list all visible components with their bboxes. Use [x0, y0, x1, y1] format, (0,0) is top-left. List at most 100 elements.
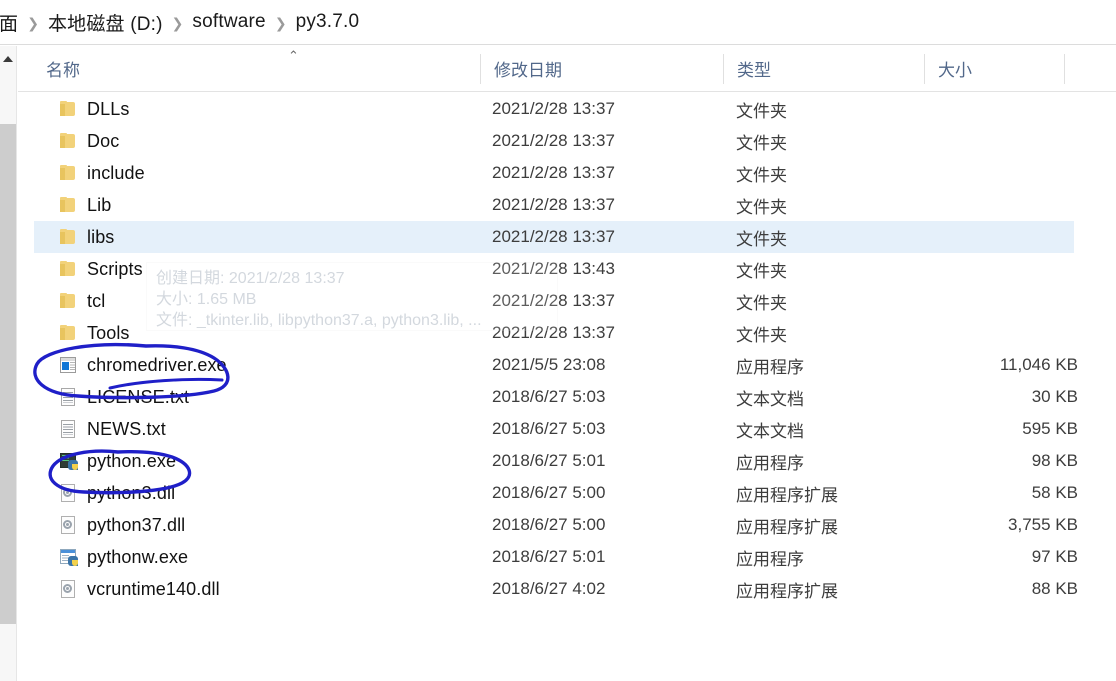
column-header-type-label: 类型	[737, 61, 771, 80]
file-date-cell: 2021/2/28 13:37	[492, 291, 615, 310]
file-name-cell[interactable]: pythonw.exe	[58, 547, 188, 568]
column-header-size[interactable]: 大小	[924, 46, 1064, 91]
file-name-label: pythonw.exe	[87, 546, 189, 567]
file-name-cell[interactable]: Doc	[58, 131, 119, 152]
file-row[interactable]: DLLs 2021/2/28 13:37 文件夹	[34, 93, 1074, 125]
file-type-cell: 应用程序	[736, 549, 804, 569]
file-type-cell: 应用程序	[736, 357, 804, 377]
file-name-label: tcl	[87, 290, 106, 311]
file-list[interactable]: DLLs 2021/2/28 13:37 文件夹 Doc 2021/2/28 13:37…	[18, 93, 1116, 681]
file-row[interactable]: python.exe 2018/6/27 5:01 应用程序 98 KB	[34, 445, 1078, 477]
file-name-cell[interactable]: DLLs	[58, 99, 129, 120]
file-size-cell: 58 KB	[1031, 483, 1078, 502]
breadcrumb-item-1[interactable]: 本地磁盘 (D:)	[48, 9, 163, 36]
file-date-cell: 2021/2/28 13:37	[492, 323, 615, 342]
file-name-label: chromedriver.exe	[87, 354, 227, 375]
scroll-up-button[interactable]	[0, 46, 16, 72]
file-row[interactable]: pythonw.exe 2018/6/27 5:01 应用程序 97 KB	[34, 541, 1078, 573]
file-row[interactable]: Scripts 2021/2/28 13:43 文件夹	[34, 253, 1074, 285]
file-name-label: Tools	[87, 322, 130, 343]
file-row[interactable]: include 2021/2/28 13:37 文件夹	[34, 157, 1074, 189]
file-name-cell[interactable]: python.exe	[58, 451, 176, 472]
file-type-cell: 文件夹	[736, 229, 787, 249]
file-explorer-window: 面 ❯ 本地磁盘 (D:) ❯ software ❯ py3.7.0 ⌃ 名称 …	[0, 0, 1116, 681]
dll-icon	[58, 483, 78, 503]
folder-icon	[58, 131, 78, 151]
breadcrumb-separator-icon: ❯	[27, 14, 39, 31]
column-header-date[interactable]: 修改日期	[480, 46, 723, 91]
file-size-cell: 88 KB	[1031, 579, 1078, 598]
vertical-scrollbar[interactable]	[0, 46, 17, 681]
dll-icon	[58, 579, 78, 599]
scrollbar-thumb[interactable]	[0, 124, 16, 624]
file-name-cell[interactable]: chromedriver.exe	[58, 355, 227, 376]
file-date-cell: 2021/5/5 23:08	[492, 355, 606, 374]
file-type-cell: 应用程序扩展	[736, 517, 838, 537]
breadcrumb-item-2[interactable]: software	[192, 11, 265, 33]
file-name-cell[interactable]: vcruntime140.dll	[58, 579, 220, 600]
breadcrumb-item-0[interactable]: 面	[0, 9, 18, 36]
file-type-cell: 应用程序扩展	[736, 485, 838, 505]
file-row[interactable]: LICENSE.txt 2018/6/27 5:03 文本文档 30 KB	[34, 381, 1078, 413]
file-date-cell: 2021/2/28 13:37	[492, 99, 615, 118]
file-name-cell[interactable]: Tools	[58, 323, 130, 344]
file-date-cell: 2021/2/28 13:37	[492, 163, 615, 182]
file-type-cell: 文件夹	[736, 293, 787, 313]
file-row[interactable]: libs 2021/2/28 13:37 文件夹	[34, 221, 1074, 253]
file-name-cell[interactable]: tcl	[58, 291, 105, 312]
file-name-cell[interactable]: python3.dll	[58, 483, 175, 504]
file-type-cell: 文件夹	[736, 261, 787, 281]
file-name-label: Scripts	[87, 258, 143, 279]
file-name-label: Doc	[87, 130, 120, 151]
column-header-name-label: 名称	[46, 61, 80, 80]
file-row[interactable]: python37.dll 2018/6/27 5:00 应用程序扩展 3,755 KB	[34, 509, 1078, 541]
file-date-cell: 2018/6/27 5:01	[492, 451, 606, 470]
file-row[interactable]: chromedriver.exe 2021/5/5 23:08 应用程序 11,046…	[34, 349, 1078, 381]
file-row[interactable]: Tools 2021/2/28 13:37 文件夹	[34, 317, 1074, 349]
file-name-label: vcruntime140.dll	[87, 578, 220, 599]
file-row[interactable]: Lib 2021/2/28 13:37 文件夹	[34, 189, 1074, 221]
file-row[interactable]: python3.dll 2018/6/27 5:00 应用程序扩展 58 KB	[34, 477, 1078, 509]
breadcrumb-separator-icon: ❯	[274, 14, 287, 31]
file-name-cell[interactable]: Lib	[58, 195, 111, 216]
file-type-cell: 文件夹	[736, 197, 787, 217]
file-name-cell[interactable]: libs	[58, 227, 114, 248]
application-icon	[58, 355, 78, 375]
file-date-cell: 2018/6/27 5:03	[492, 419, 606, 438]
folder-icon	[58, 323, 78, 343]
column-header-name[interactable]: ⌃ 名称	[32, 46, 480, 91]
folder-icon	[58, 291, 78, 311]
text-document-icon	[58, 387, 78, 407]
file-name-cell[interactable]: LICENSE.txt	[58, 387, 189, 408]
file-name-label: DLLs	[87, 98, 130, 119]
dll-icon	[58, 515, 78, 535]
file-type-cell: 文件夹	[736, 325, 787, 345]
file-name-cell[interactable]: NEWS.txt	[58, 419, 166, 440]
column-divider-size-end[interactable]	[1064, 54, 1065, 84]
file-row[interactable]: vcruntime140.dll 2018/6/27 4:02 应用程序扩展 88 K…	[34, 573, 1078, 605]
file-name-cell[interactable]: Scripts	[58, 259, 143, 280]
file-size-cell: 595 KB	[1022, 419, 1078, 438]
file-name-label: python.exe	[87, 450, 177, 471]
file-date-cell: 2021/2/28 13:37	[492, 195, 615, 214]
file-size-cell: 11,046 KB	[999, 355, 1078, 374]
column-header-type[interactable]: 类型	[723, 46, 924, 91]
file-date-cell: 2021/2/28 13:43	[492, 259, 615, 278]
file-type-cell: 文本文档	[736, 389, 804, 409]
folder-icon	[58, 227, 78, 247]
file-name-cell[interactable]: include	[58, 163, 145, 184]
file-row[interactable]: NEWS.txt 2018/6/27 5:03 文本文档 595 KB	[34, 413, 1078, 445]
breadcrumb-item-3[interactable]: py3.7.0	[296, 11, 360, 33]
file-name-cell[interactable]: python37.dll	[58, 515, 185, 536]
folder-icon	[58, 163, 78, 183]
file-name-label: libs	[87, 226, 115, 247]
python-window-icon	[58, 547, 78, 567]
file-row[interactable]: Doc 2021/2/28 13:37 文件夹	[34, 125, 1074, 157]
breadcrumb[interactable]: 面 ❯ 本地磁盘 (D:) ❯ software ❯ py3.7.0	[0, 0, 1116, 45]
folder-icon	[58, 99, 78, 119]
file-type-cell: 文件夹	[736, 133, 787, 153]
file-name-label: LICENSE.txt	[87, 386, 190, 407]
file-row[interactable]: tcl 2021/2/28 13:37 文件夹	[34, 285, 1074, 317]
column-header-size-label: 大小	[938, 61, 972, 80]
column-header-row: ⌃ 名称 修改日期 类型 大小	[18, 46, 1116, 92]
